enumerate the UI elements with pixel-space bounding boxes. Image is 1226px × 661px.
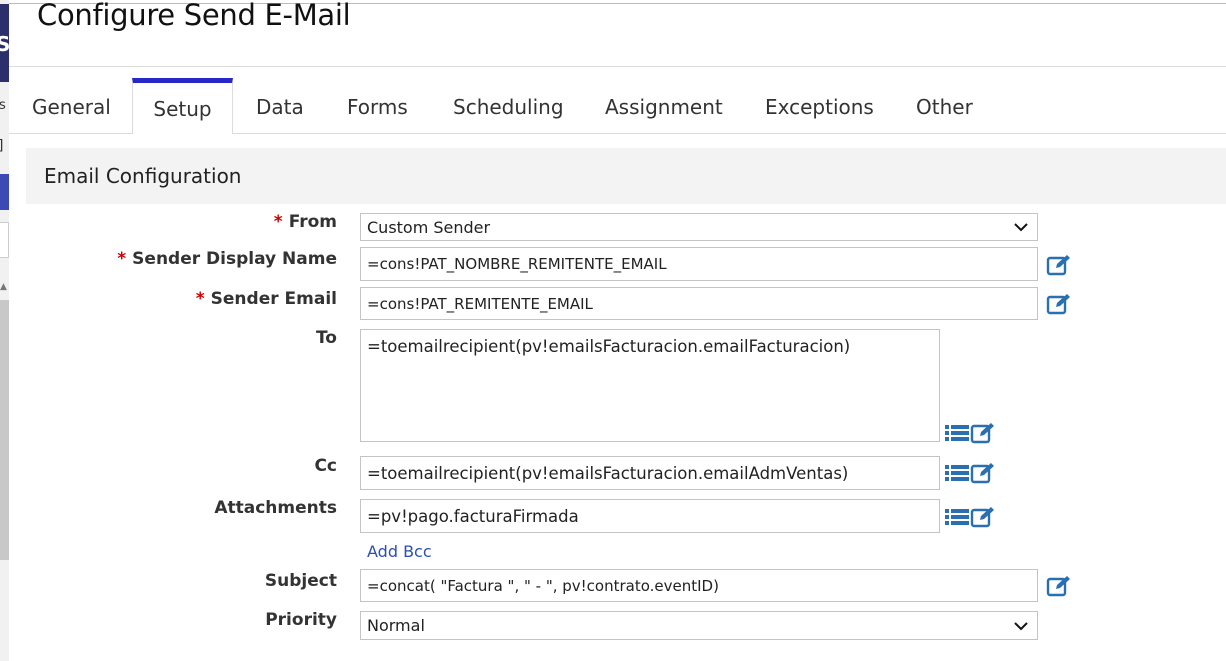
attachments-input[interactable]: =pv!pago.facturaFirmada xyxy=(360,499,940,533)
sender-display-name-label: * Sender Display Name xyxy=(117,249,337,269)
background-text: s xyxy=(0,98,6,113)
tab-assignment[interactable]: Assignment xyxy=(605,78,723,133)
to-textarea[interactable]: =toemailrecipient(pv!emailsFacturacion.e… xyxy=(360,329,940,442)
cc-input[interactable]: =toemailrecipient(pv!emailsFacturacion.e… xyxy=(360,456,940,490)
to-label: To xyxy=(315,328,337,348)
background-box xyxy=(0,222,9,258)
required-marker: * xyxy=(117,249,127,269)
priority-select[interactable]: Normal xyxy=(360,611,1038,640)
edit-expression-icon[interactable] xyxy=(970,505,996,529)
list-icon[interactable] xyxy=(944,461,970,485)
list-icon[interactable] xyxy=(944,505,970,529)
background-window-edge: S s ] ▲ xyxy=(0,0,11,661)
list-icon[interactable] xyxy=(944,421,970,445)
attachments-label: Attachments xyxy=(214,498,337,518)
add-bcc-link[interactable]: Add Bcc xyxy=(367,542,432,561)
background-bracket: ] xyxy=(0,138,3,154)
edit-expression-icon[interactable] xyxy=(1046,574,1072,598)
from-label: * From xyxy=(273,212,337,232)
subject-label: Subject xyxy=(264,571,337,591)
from-select[interactable]: Custom Sender xyxy=(360,213,1038,241)
scroll-up-arrow-icon[interactable]: ▲ xyxy=(0,282,7,292)
subject-input[interactable]: =concat( "Factura ", " - ", pv!contrato.… xyxy=(360,569,1038,602)
sender-email-label: * Sender Email xyxy=(195,289,337,309)
background-scrollbar[interactable] xyxy=(0,300,9,560)
tab-scheduling[interactable]: Scheduling xyxy=(453,78,564,133)
sender-display-name-input[interactable]: =cons!PAT_NOMBRE_REMITENTE_EMAIL xyxy=(360,247,1038,281)
tab-exceptions[interactable]: Exceptions xyxy=(765,78,874,133)
cc-label: Cc xyxy=(314,456,337,476)
required-marker: * xyxy=(195,289,205,309)
background-header: S xyxy=(0,4,11,82)
edit-expression-icon[interactable] xyxy=(1046,253,1072,277)
sender-email-input[interactable]: =cons!PAT_REMITENTE_EMAIL xyxy=(360,287,1038,320)
edit-expression-icon[interactable] xyxy=(970,461,996,485)
required-marker: * xyxy=(273,212,283,232)
chevron-down-icon xyxy=(1014,621,1028,630)
background-letter: S xyxy=(0,32,11,56)
form-labels: * From * Sender Display Name * Sender Email… xyxy=(26,0,337,661)
priority-select-value: Normal xyxy=(367,616,425,635)
tab-other[interactable]: Other xyxy=(916,78,973,133)
chevron-down-icon xyxy=(1014,223,1028,232)
edit-expression-icon[interactable] xyxy=(1046,292,1072,316)
tab-forms[interactable]: Forms xyxy=(347,78,408,133)
priority-label: Priority xyxy=(265,610,337,630)
from-select-value: Custom Sender xyxy=(367,218,491,237)
edit-expression-icon[interactable] xyxy=(970,421,996,445)
background-selected-item xyxy=(0,174,9,210)
